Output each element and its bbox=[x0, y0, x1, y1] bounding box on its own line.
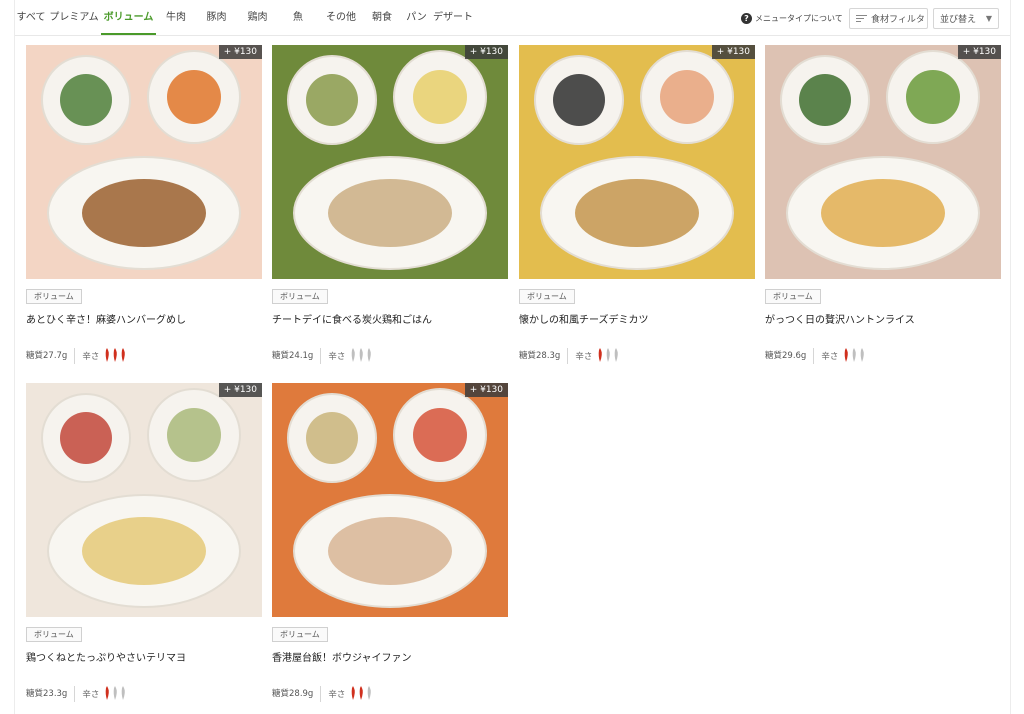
menu-title[interactable]: がっつく日の贅沢ハントンライス bbox=[765, 311, 1001, 326]
nutrition-meta: 糖質28.3g 辛さ bbox=[519, 347, 619, 365]
menu-page: すべて プレミアム ボリューム 牛肉 豚肉 鶏肉魚その他 朝食 パン デザート ? メニュータイ… bbox=[0, 0, 1024, 714]
sort-dropdown[interactable]: 並び替え ▼ bbox=[933, 8, 999, 29]
menu-title[interactable]: 懐かしの和風チーズデミカツ bbox=[519, 311, 755, 326]
menu-card[interactable]: + ¥130 ボリュームがっつく日の贅沢ハントンライス 糖質29.6g 辛さ bbox=[765, 45, 1001, 364]
category-tag: ボリューム bbox=[26, 627, 82, 642]
menu-card[interactable]: + ¥130 ボリューム懐かしの和風チーズデミカツ 糖質28.3g 辛さ bbox=[519, 45, 755, 364]
category-tag: ボリューム bbox=[272, 289, 328, 304]
chili-icon bbox=[843, 347, 849, 365]
menu-title[interactable]: 香港屋台飯！ボウジャイファン bbox=[272, 649, 508, 664]
nutrition-meta: 糖質29.6g 辛さ bbox=[765, 347, 865, 365]
chili-icon bbox=[366, 347, 372, 365]
menu-photo[interactable]: + ¥130 bbox=[26, 45, 262, 279]
chili-icon bbox=[358, 685, 364, 703]
spice-label: 辛さ bbox=[328, 690, 346, 700]
menu-type-help-label: メニュータイプについて bbox=[755, 14, 843, 23]
chili-icon bbox=[597, 347, 603, 365]
spice-level: 辛さ bbox=[75, 347, 126, 365]
price-badge: + ¥130 bbox=[711, 45, 755, 59]
category-tag: ボリューム bbox=[26, 289, 82, 304]
filter-icon bbox=[856, 14, 867, 23]
menu-title[interactable]: チートデイに食べる炭火鶏和ごはん bbox=[272, 311, 508, 326]
menu-photo[interactable]: + ¥130 bbox=[519, 45, 755, 279]
spice-level: 辛さ bbox=[75, 685, 126, 703]
category-tabs: すべて プレミアム ボリューム 牛肉 豚肉 鶏肉魚その他 朝食 パン デザート bbox=[15, 0, 473, 36]
category-bar: すべて プレミアム ボリューム 牛肉 豚肉 鶏肉魚その他 朝食 パン デザート ? メニュータイ… bbox=[15, 0, 1010, 36]
tab-9[interactable]: パン bbox=[400, 0, 433, 36]
chili-icon bbox=[120, 685, 126, 703]
caret-down-icon: ▼ bbox=[985, 14, 992, 23]
carb-value: 糖質29.6g bbox=[765, 348, 815, 364]
chili-icon bbox=[112, 347, 118, 365]
tab-7[interactable]: その他 bbox=[318, 0, 364, 36]
menu-type-help-link[interactable]: ? メニュータイプについて bbox=[741, 13, 843, 24]
chili-icon bbox=[366, 685, 372, 703]
left-border bbox=[14, 0, 15, 714]
tab-10[interactable]: デザート bbox=[433, 0, 473, 36]
menu-card[interactable]: + ¥130 ボリュームチートデイに食べる炭火鶏和ごはん 糖質24.1g 辛さ bbox=[272, 45, 508, 364]
carb-value: 糖質23.3g bbox=[26, 686, 76, 702]
carb-value: 糖質27.7g bbox=[26, 348, 76, 364]
menu-title[interactable]: あとひく辛さ！麻婆ハンバーグめし bbox=[26, 311, 262, 326]
tab-5[interactable]: 鶏肉 bbox=[237, 0, 278, 36]
menu-card[interactable]: + ¥130 ボリューム鶏つくねとたっぷりやさいテリマヨ 糖質23.3g 辛さ bbox=[26, 383, 262, 702]
menu-card[interactable]: + ¥130 ボリューム香港屋台飯！ボウジャイファン 糖質28.9g 辛さ bbox=[272, 383, 508, 702]
spice-level: 辛さ bbox=[321, 685, 372, 703]
spice-label: 辛さ bbox=[575, 352, 593, 362]
spice-label: 辛さ bbox=[82, 690, 100, 700]
right-border bbox=[1010, 0, 1011, 714]
question-icon: ? bbox=[741, 13, 752, 24]
chili-icon bbox=[350, 685, 356, 703]
price-badge: + ¥130 bbox=[218, 45, 262, 59]
ingredient-filter-button[interactable]: 食材フィルタ bbox=[849, 8, 928, 29]
tab-2[interactable]: ボリューム bbox=[101, 0, 156, 36]
nutrition-meta: 糖質23.3g 辛さ bbox=[26, 685, 126, 703]
chili-icon bbox=[859, 347, 865, 365]
tab-8[interactable]: 朝食 bbox=[364, 0, 400, 36]
spice-level: 辛さ bbox=[814, 347, 865, 365]
chili-icon bbox=[112, 685, 118, 703]
spice-label: 辛さ bbox=[328, 352, 346, 362]
tab-1[interactable]: プレミアム bbox=[47, 0, 101, 36]
category-tag: ボリューム bbox=[272, 627, 328, 642]
tab-0[interactable]: すべて bbox=[15, 0, 47, 36]
nutrition-meta: 糖質27.7g 辛さ bbox=[26, 347, 126, 365]
price-badge: + ¥130 bbox=[218, 383, 262, 397]
menu-card[interactable]: + ¥130 ボリュームあとひく辛さ！麻婆ハンバーグめし 糖質27.7g 辛さ bbox=[26, 45, 262, 364]
price-badge: + ¥130 bbox=[957, 45, 1001, 59]
chili-icon bbox=[350, 347, 356, 365]
menu-photo[interactable]: + ¥130 bbox=[272, 45, 508, 279]
carb-value: 糖質24.1g bbox=[272, 348, 322, 364]
chili-icon bbox=[358, 347, 364, 365]
nutrition-meta: 糖質28.9g 辛さ bbox=[272, 685, 372, 703]
chili-icon bbox=[104, 685, 110, 703]
spice-label: 辛さ bbox=[82, 352, 100, 362]
menu-photo[interactable]: + ¥130 bbox=[765, 45, 1001, 279]
carb-value: 糖質28.3g bbox=[519, 348, 569, 364]
chili-icon bbox=[104, 347, 110, 365]
spice-level: 辛さ bbox=[568, 347, 619, 365]
menu-title[interactable]: 鶏つくねとたっぷりやさいテリマヨ bbox=[26, 649, 262, 664]
chili-icon bbox=[851, 347, 857, 365]
menu-photo[interactable]: + ¥130 bbox=[272, 383, 508, 617]
category-tag: ボリューム bbox=[765, 289, 821, 304]
ingredient-filter-label: 食材フィルタ bbox=[871, 15, 925, 25]
tab-3[interactable]: 牛肉 bbox=[156, 0, 196, 36]
chili-icon bbox=[120, 347, 126, 365]
spice-label: 辛さ bbox=[821, 352, 839, 362]
chili-icon bbox=[605, 347, 611, 365]
price-badge: + ¥130 bbox=[464, 45, 508, 59]
nutrition-meta: 糖質24.1g 辛さ bbox=[272, 347, 372, 365]
tab-4[interactable]: 豚肉 bbox=[196, 0, 237, 36]
carb-value: 糖質28.9g bbox=[272, 686, 322, 702]
chili-icon bbox=[613, 347, 619, 365]
spice-level: 辛さ bbox=[321, 347, 372, 365]
sort-label: 並び替え bbox=[940, 15, 977, 25]
category-tag: ボリューム bbox=[519, 289, 575, 304]
menu-photo[interactable]: + ¥130 bbox=[26, 383, 262, 617]
tab-6[interactable]: 魚 bbox=[278, 0, 318, 36]
price-badge: + ¥130 bbox=[464, 383, 508, 397]
